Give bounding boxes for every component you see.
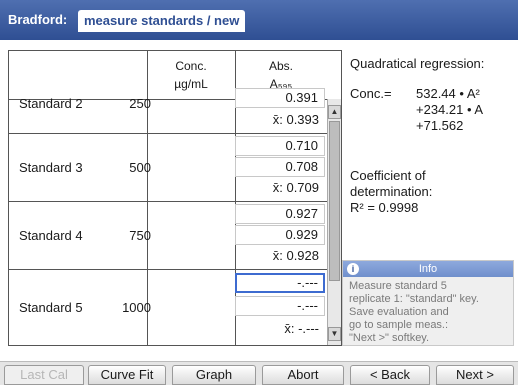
abs-mean: x̄: -.--- — [284, 321, 319, 336]
abs-mean: x̄: 0.393 — [272, 112, 319, 127]
info-line: "Next >" softkey. — [349, 332, 430, 344]
last-cal-button[interactable]: Last Cal — [4, 365, 84, 385]
table-row[interactable]: Standard 5 1000 -.--- -.--- x̄: -.--- — [9, 270, 329, 345]
table-row[interactable]: Standard 4 750 0.927 0.929 x̄: 0.928 — [9, 202, 329, 270]
info-icon: i — [347, 263, 359, 275]
regression-equation: 532.44 • A² +234.21 • A +71.562 — [416, 86, 483, 134]
coef-label: determination: — [350, 184, 433, 199]
abs-header-label: Abs. — [268, 59, 293, 73]
scroll-thumb[interactable] — [329, 121, 340, 281]
next-button[interactable]: Next > — [436, 365, 514, 385]
info-line: Measure standard 5 — [349, 280, 447, 292]
coefficient-of-determination: Coefficient of determination: R² = 0.999… — [350, 168, 432, 216]
abs-value-field[interactable]: 0.929 — [235, 225, 325, 245]
abs-value-field-active[interactable]: -.--- — [235, 273, 325, 293]
standard-name: Standard 5 — [19, 300, 83, 315]
standard-conc: 750 — [129, 228, 151, 243]
conc-header: Conc. µg/mL — [147, 51, 235, 99]
table-row[interactable]: Standard 3 500 0.710 0.708 x̄: 0.709 — [9, 134, 329, 202]
equation-term: +71.562 — [416, 118, 464, 133]
conc-header-label: Conc. — [175, 59, 207, 73]
coef-label: Coefficient of — [350, 168, 426, 183]
info-line: go to sample meas.: — [349, 319, 449, 331]
standard-conc: 1000 — [122, 300, 151, 315]
abs-value-field[interactable]: 0.708 — [235, 157, 325, 177]
coef-value: R² = 0.9998 — [350, 200, 419, 215]
abort-button[interactable]: Abort — [262, 365, 344, 385]
equation-term: 532.44 • A² — [416, 86, 480, 101]
standard-conc: 500 — [129, 160, 151, 175]
info-line: Save evaluation and — [349, 306, 449, 318]
table-scrollbar[interactable]: ▲ ▼ — [327, 99, 341, 345]
abs-value-field[interactable]: 0.391 — [235, 88, 325, 108]
scroll-up-icon[interactable]: ▲ — [328, 105, 341, 119]
info-message: Measure standard 5 replicate 1: "standar… — [343, 277, 513, 348]
info-box: i Info Measure standard 5 replicate 1: "… — [342, 260, 514, 346]
standard-name: Standard 2 — [19, 96, 83, 111]
equation-term: +234.21 • A — [416, 102, 484, 117]
info-header: i Info — [343, 261, 513, 277]
standards-table: Conc. µg/mL Abs. A₅₉₅ Standard 2 250 0.3… — [8, 50, 342, 346]
abs-value-field[interactable]: 0.927 — [235, 204, 325, 224]
standard-conc: 250 — [129, 96, 151, 111]
title-bar: Bradford: measure standards / new — [0, 0, 518, 40]
table-row[interactable]: Standard 2 250 0.391 x̄: 0.393 — [9, 88, 329, 134]
scroll-down-icon[interactable]: ▼ — [328, 327, 341, 341]
back-button[interactable]: < Back — [350, 365, 430, 385]
softkey-bar: Last Cal Curve Fit Graph Abort < Back Ne… — [0, 361, 518, 385]
info-line: replicate 1: "standard" key. — [349, 293, 479, 305]
regression-title: Quadratical regression: — [350, 56, 485, 71]
standard-name: Standard 4 — [19, 228, 83, 243]
abs-mean: x̄: 0.709 — [272, 180, 319, 195]
regression-conc-label: Conc.= — [350, 86, 392, 101]
curve-fit-button[interactable]: Curve Fit — [88, 365, 166, 385]
graph-button[interactable]: Graph — [172, 365, 256, 385]
standard-name: Standard 3 — [19, 160, 83, 175]
app-title: Bradford: — [8, 12, 68, 27]
abs-value-field[interactable]: -.--- — [235, 296, 325, 316]
title-tab[interactable]: measure standards / new — [78, 10, 246, 32]
info-title: Info — [418, 263, 438, 275]
conc-header-unit: µg/mL — [174, 77, 208, 91]
abs-value-field[interactable]: 0.710 — [235, 136, 325, 156]
abs-mean: x̄: 0.928 — [272, 248, 319, 263]
